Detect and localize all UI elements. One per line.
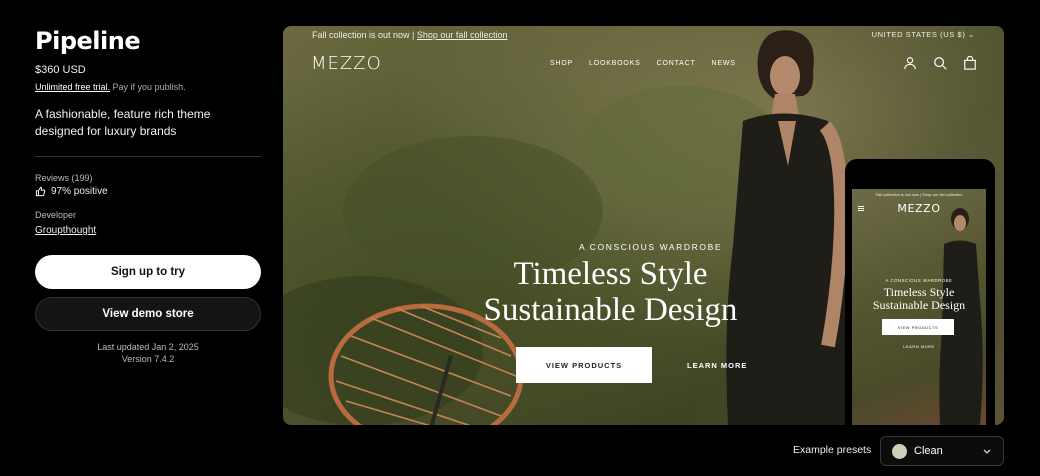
mobile-hero-heading: Timeless Style Sustainable Design [852,286,986,312]
nav-item-lookbooks[interactable]: LOOKBOOKS [589,60,641,67]
search-icon[interactable] [933,56,947,70]
theme-info-panel: Pipeline $360 USD Unlimited free trial. … [35,26,261,365]
version: Version 7.4.2 [121,354,175,364]
developer-label: Developer [35,210,77,220]
theme-description: A fashionable, feature rich theme design… [35,107,211,138]
mobile-hero-line-2: Sustainable Design [872,298,966,312]
theme-preview-mobile: Fall collection is out now | Shop our fa… [845,159,995,425]
divider [35,156,261,157]
theme-title: Pipeline [35,27,141,55]
preset-swatch [892,443,907,459]
header-icons [903,55,977,70]
last-updated: Last updated Jan 2, 2025 [97,342,199,352]
reviews-summary: 97% positive [35,186,261,197]
chevron-down-icon [983,449,991,454]
view-products-button[interactable]: VIEW PRODUCTS [516,347,652,383]
presets-label: Example presets [793,444,872,456]
nav-item-contact[interactable]: CONTACT [657,60,696,67]
reviews-value: 97% positive [51,186,108,197]
announcement-bar: Fall collection is out now | Shop our fa… [312,30,507,40]
view-demo-button[interactable]: View demo store [35,297,261,331]
developer-link[interactable]: Groupthought [35,225,96,236]
preset-selected-label: Clean [914,445,943,457]
announcement-link[interactable]: Shop our fall collection [417,30,508,40]
region-selector[interactable]: UNITED STATES (US $) ⌄ [872,30,975,39]
bag-icon[interactable] [963,55,977,70]
theme-price: $360 USD [35,64,86,76]
mobile-view-products-button[interactable]: VIEW PRODUCTS [882,319,954,335]
sign-up-button[interactable]: Sign up to try [35,255,261,289]
trial-note: Pay if you publish. [112,82,186,92]
store-logo[interactable]: MEZZO [311,53,382,74]
theme-preview-desktop: Fall collection is out now | Shop our fa… [283,26,1004,425]
trial-info: Unlimited free trial. Pay if you publish… [35,82,261,92]
thumbs-up-icon [35,186,46,197]
hero-line-1: Timeless Style [513,256,708,292]
reviews-label: Reviews (199) [35,173,93,183]
chevron-down-icon: ⌄ [968,30,975,39]
mobile-learn-more-link[interactable]: LEARN MORE [852,344,986,349]
announcement-text: Fall collection is out now | [312,30,415,40]
account-icon[interactable] [903,56,917,70]
hero-line-2: Sustainable Design [483,292,738,328]
learn-more-link[interactable]: LEARN MORE [687,361,747,370]
preset-select[interactable]: Clean [880,436,1004,466]
mobile-eyebrow: A CONSCIOUS WARDROBE [885,278,953,283]
nav-item-shop[interactable]: SHOP [550,60,573,67]
hero-eyebrow: A CONSCIOUS WARDROBE [579,242,723,252]
region-label: UNITED STATES (US $) [871,30,966,39]
phone-screen: Fall collection is out now | Shop our fa… [852,189,986,425]
free-trial-link[interactable]: Unlimited free trial. [35,82,110,92]
update-info: Last updated Jan 2, 2025 Version 7.4.2 [35,341,261,365]
